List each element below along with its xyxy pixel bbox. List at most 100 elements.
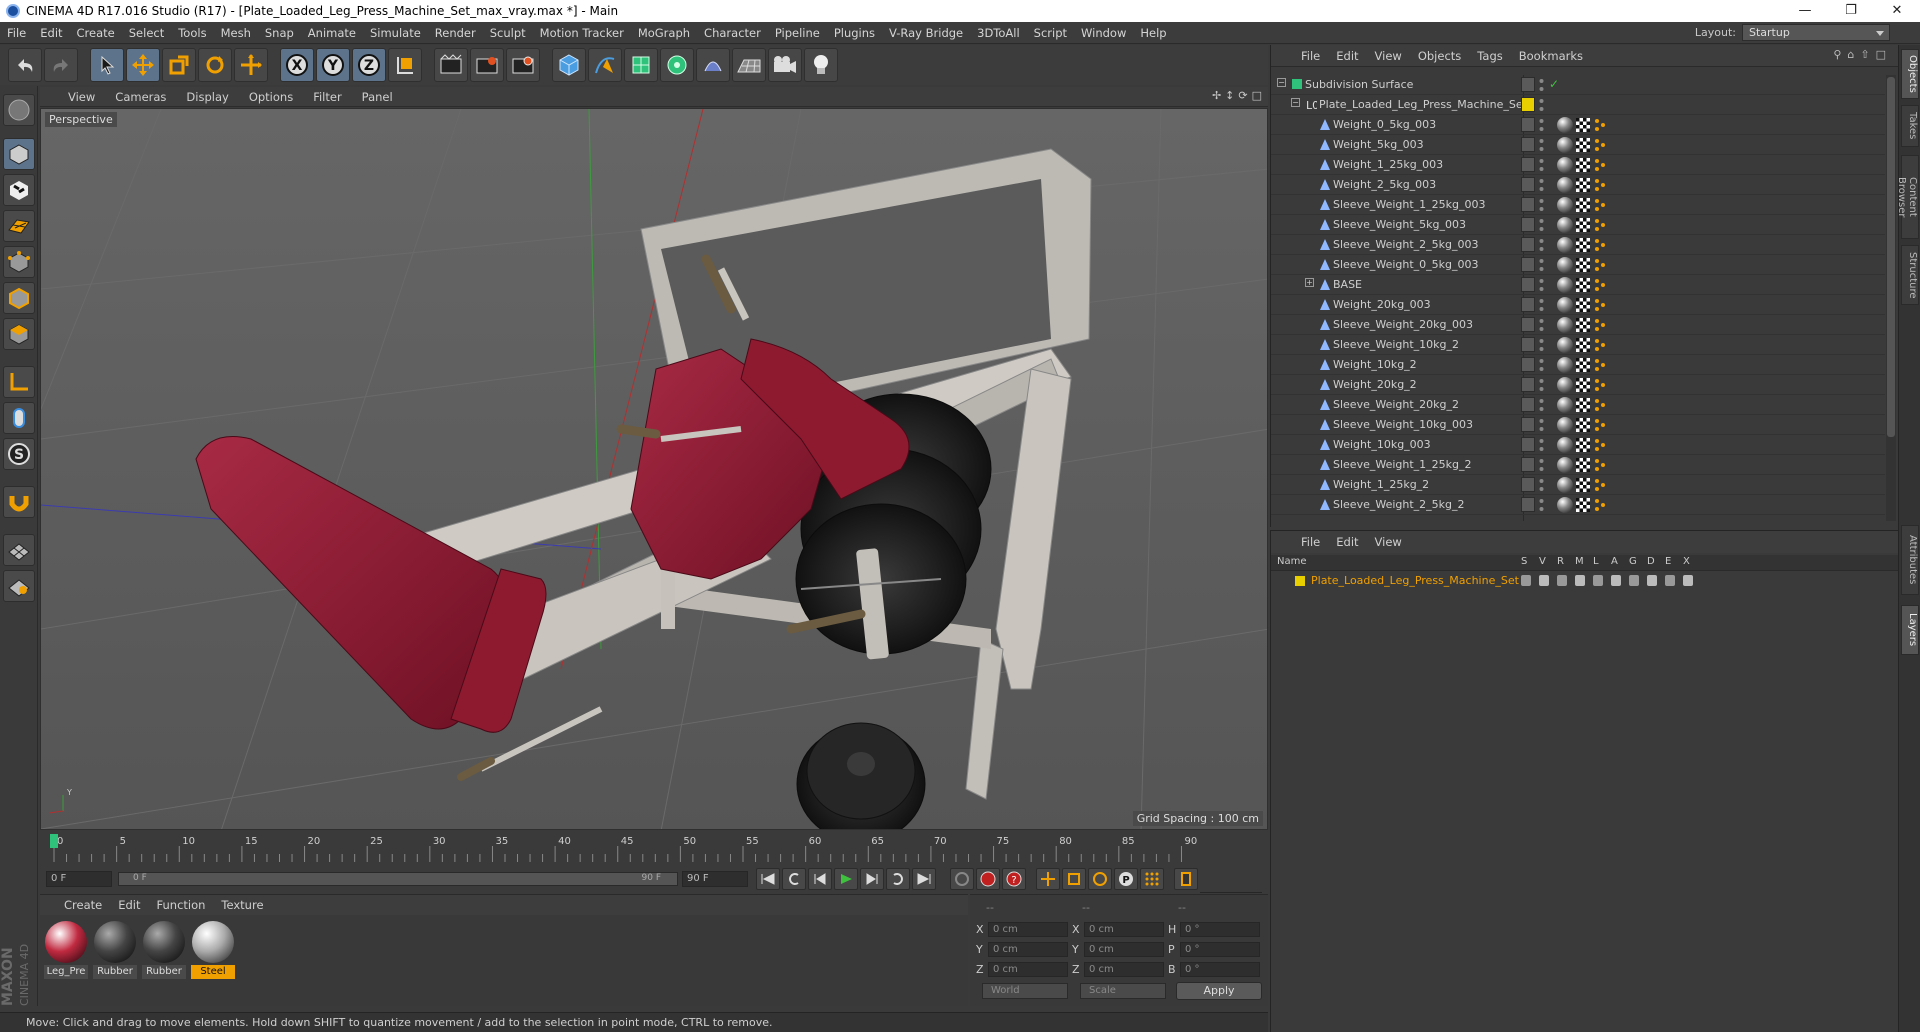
add-spline-pen-button[interactable] [588,48,622,82]
layer-menu-file[interactable]: File [1293,535,1328,549]
menu-window[interactable]: Window [1074,26,1133,40]
points-mode-button[interactable] [3,246,35,278]
material-swatch[interactable]: Leg_Pre [44,921,88,979]
editor-render-dots-icon[interactable] [1539,477,1544,493]
editor-render-dots-icon[interactable] [1539,157,1544,173]
layer-visibility-toggle[interactable] [1521,457,1535,472]
layer-visibility-toggle[interactable] [1521,317,1535,332]
add-floor-button[interactable] [732,48,766,82]
layer-menu-edit[interactable]: Edit [1328,535,1366,549]
layer-column-name[interactable]: Name [1277,556,1307,567]
up-arrow-icon[interactable]: ⇧ [1860,48,1869,61]
coord-value-field[interactable]: 0 ° [1180,961,1260,977]
layer-flag-icon[interactable] [1611,575,1621,586]
menu-sculpt[interactable]: Sculpt [483,26,533,40]
object-row[interactable]: Weight_5kg_003 [1271,135,1885,155]
menu-pipeline[interactable]: Pipeline [768,26,827,40]
layer-visibility-toggle[interactable] [1521,477,1535,492]
texture-tag-icon[interactable] [1576,458,1590,472]
viewport-menu-filter[interactable]: Filter [303,90,351,104]
material-tag-icon[interactable] [1557,337,1573,353]
layer-flag-icon[interactable] [1521,575,1531,586]
material-tag-icon[interactable] [1557,277,1573,293]
texture-tag-icon[interactable] [1576,258,1590,272]
uvw-tag-icon[interactable] [1593,138,1607,152]
editor-render-dots-icon[interactable] [1539,97,1544,113]
editor-render-dots-icon[interactable] [1539,497,1544,513]
material-tag-icon[interactable] [1557,137,1573,153]
key-position-button[interactable] [1036,868,1060,890]
object-row[interactable]: Sleeve_Weight_10kg_2 [1271,335,1885,355]
layer-visibility-toggle[interactable] [1521,397,1535,412]
redo-button[interactable] [44,48,78,82]
object-list-scrollbar[interactable] [1886,75,1896,521]
object-row[interactable]: Sleeve_Weight_5kg_003 [1271,215,1885,235]
coord-value-field[interactable]: 0 cm [1084,921,1164,937]
editor-render-dots-icon[interactable] [1539,317,1544,333]
texture-tag-icon[interactable] [1576,298,1590,312]
texture-tag-icon[interactable] [1576,498,1590,512]
texture-tag-icon[interactable] [1576,418,1590,432]
rotate-tool-button[interactable] [198,48,232,82]
object-row[interactable]: Sleeve_Weight_20kg_2 [1271,395,1885,415]
uvw-tag-icon[interactable] [1593,478,1607,492]
render-view-button[interactable] [434,48,468,82]
snap-toggle-button[interactable]: S [3,438,35,470]
layout-dropdown[interactable]: Startup [1742,24,1890,41]
timeline-ruler[interactable]: 051015202530354045505560657075808590 0 F [40,832,1268,893]
material-tag-icon[interactable] [1557,237,1573,253]
uvw-tag-icon[interactable] [1593,158,1607,172]
undo-button[interactable] [8,48,42,82]
editor-render-dots-icon[interactable] [1539,177,1544,193]
side-tab-layers[interactable]: Layers [1901,605,1919,655]
object-row[interactable]: Weight_20kg_2 [1271,375,1885,395]
object-row[interactable]: Weight_0_5kg_003 [1271,115,1885,135]
previous-frame-button[interactable] [808,868,832,890]
workplane-lock-button[interactable] [3,534,35,566]
menu-script[interactable]: Script [1027,26,1074,40]
layer-column-x[interactable]: X [1683,556,1690,567]
render-picture-viewer-button[interactable] [470,48,504,82]
add-light-button[interactable] [804,48,838,82]
editor-render-dots-icon[interactable] [1539,457,1544,473]
coordinate-system-button[interactable] [388,48,422,82]
key-pla-button[interactable] [1140,868,1164,890]
layer-flag-icon[interactable] [1683,575,1693,586]
material-tag-icon[interactable] [1557,197,1573,213]
layer-visibility-toggle[interactable] [1521,217,1535,232]
uvw-tag-icon[interactable] [1593,318,1607,332]
editor-render-dots-icon[interactable] [1539,277,1544,293]
coord-value-field[interactable]: 0 cm [1084,941,1164,957]
model-mode-button[interactable] [3,138,35,170]
layer-visibility-toggle[interactable] [1521,357,1535,372]
side-tab-objects[interactable]: Objects [1901,49,1919,99]
viewport-menu-cameras[interactable]: Cameras [105,90,176,104]
layer-column-d[interactable]: D [1647,556,1655,567]
editor-render-dots-icon[interactable] [1539,417,1544,433]
viewport-rotate-icon[interactable]: ⟳ [1238,89,1247,102]
add-array-button[interactable] [660,48,694,82]
editor-render-dots-icon[interactable] [1539,257,1544,273]
object-row[interactable]: Sleeve_Weight_20kg_003 [1271,315,1885,335]
layer-column-v[interactable]: V [1539,556,1546,567]
object-row[interactable]: Weight_20kg_003 [1271,295,1885,315]
object-menu-edit[interactable]: Edit [1328,49,1366,63]
coord-value-field[interactable]: 0 cm [988,921,1068,937]
object-row[interactable]: Sleeve_Weight_1_25kg_003 [1271,195,1885,215]
frame-range-slider[interactable]: 0 F 90 F [118,872,678,886]
editor-render-dots-icon[interactable] [1539,217,1544,233]
object-row[interactable]: − Subdivision Surface ✓ [1271,75,1885,95]
viewport-toggle-icon[interactable]: □ [1252,89,1262,102]
menu-v-ray-bridge[interactable]: V-Ray Bridge [882,26,970,40]
workplane-mode-button[interactable] [3,210,35,242]
coordinate-mode-dropdown[interactable]: World [982,983,1068,999]
menu-create[interactable]: Create [70,26,122,40]
coord-value-field[interactable]: 0 ° [1180,941,1260,957]
object-menu-bookmarks[interactable]: Bookmarks [1511,49,1591,63]
texture-tag-icon[interactable] [1576,338,1590,352]
layer-column-m[interactable]: M [1575,556,1584,567]
object-menu-objects[interactable]: Objects [1410,49,1469,63]
layer-visibility-toggle[interactable] [1521,497,1535,512]
scrollbar-thumb[interactable] [1887,77,1895,437]
minimize-button[interactable]: — [1782,0,1828,22]
